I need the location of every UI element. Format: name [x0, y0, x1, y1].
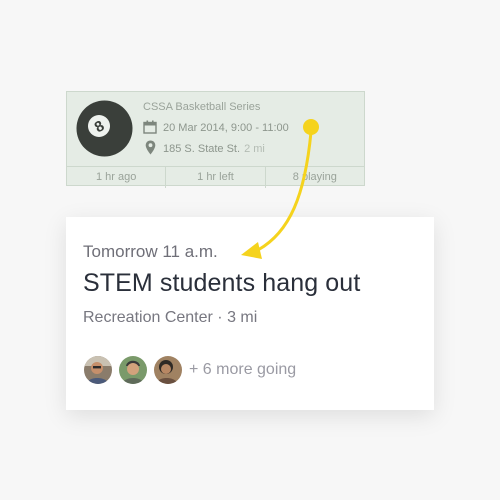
old-event-address-line: 185 S. State St. 2 mi: [163, 143, 265, 155]
avatar-1: [83, 355, 113, 385]
stat-playing: 8 playing: [292, 171, 337, 183]
calendar-icon: [143, 120, 157, 134]
avatar-3: [153, 355, 183, 385]
event-title: STEM students hang out: [83, 269, 361, 297]
new-event-card[interactable]: Tomorrow 11 a.m. STEM students hang out …: [66, 217, 434, 410]
event-time: Tomorrow 11 a.m.: [83, 242, 218, 261]
location-pin-icon: [145, 140, 156, 155]
old-card-stats: 1 hr ago 1 hr left 8 playing: [67, 166, 364, 188]
old-event-address: 185 S. State St.: [163, 143, 241, 155]
stat-posted: 1 hr ago: [67, 167, 167, 188]
old-event-distance: 2 mi: [244, 143, 265, 155]
avatar-2: [118, 355, 148, 385]
old-event-title: CSSA Basketball Series: [143, 101, 261, 113]
old-event-datetime: 20 Mar 2014, 9:00 - 11:00: [163, 122, 289, 134]
8-ball-icon: 8: [76, 100, 133, 157]
event-location: Recreation Center · 3 mi: [83, 309, 258, 326]
stat-time-left: 1 hr left: [166, 167, 266, 188]
old-card-body: 8 CSSA Basketball Series 20 Mar 2014, 9:…: [67, 92, 364, 166]
old-event-card[interactable]: 8 CSSA Basketball Series 20 Mar 2014, 9:…: [66, 91, 365, 188]
more-going-text: + 6 more going: [189, 361, 297, 378]
